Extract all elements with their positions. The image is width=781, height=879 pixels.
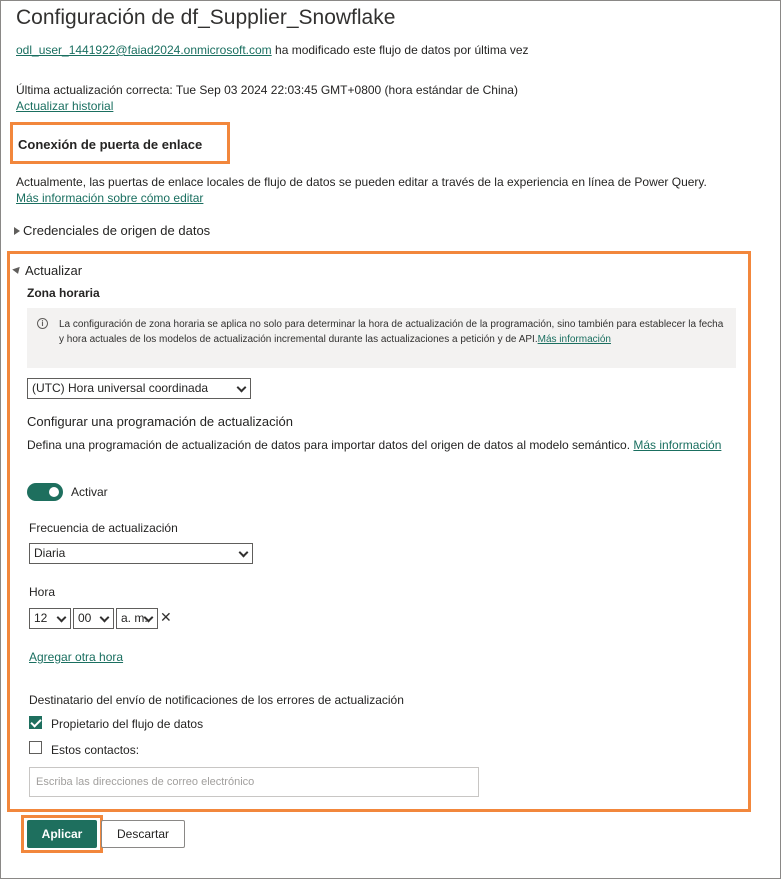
frequency-value: Diaria [34,546,66,560]
timezone-info-text: La configuración de zona horaria se apli… [59,319,724,345]
timezone-value: (UTC) Hora universal coordinada [32,381,209,395]
schedule-learn-more-link[interactable]: Más información [633,438,721,452]
chevron-down-icon [236,382,247,393]
last-refresh-text: Última actualización correcta: Tue Sep 0… [16,83,518,97]
notify-contacts-checkbox[interactable] [29,741,42,754]
chevron-down-icon [12,266,22,275]
frequency-label: Frecuencia de actualización [29,521,178,535]
schedule-title: Configurar una programación de actualiza… [27,414,293,429]
modified-by-line: odl_user_1441922@faiad2024.onmicrosoft.c… [16,43,529,57]
notify-owner-label: Propietario del flujo de datos [51,717,204,731]
refresh-history-link[interactable]: Actualizar historial [16,99,113,113]
refresh-expander[interactable]: Actualizar [12,263,83,278]
modified-by-text: ha modificado este flujo de datos por úl… [271,43,529,57]
minute-dropdown[interactable]: 00 [73,608,114,629]
toggle-label: Activar [71,485,108,499]
toggle-knob [49,487,59,497]
remove-time-icon[interactable]: ✕ [160,609,172,626]
chevron-down-icon [99,612,110,623]
chevron-down-icon [56,612,67,623]
gateway-learn-more-link[interactable]: Más información sobre cómo editar [16,191,203,205]
gateway-section-title: Conexión de puerta de enlace [18,137,203,152]
info-icon: i [37,318,48,329]
chevron-down-icon [238,547,249,558]
refresh-section-label: Actualizar [25,263,83,278]
notify-contacts-label: Estos contactos: [51,743,140,757]
time-label: Hora [29,585,56,599]
schedule-toggle[interactable] [27,483,63,501]
schedule-description-text: Defina una programación de actualización… [27,438,631,452]
notify-title: Destinatario del envío de notificaciones… [29,693,404,707]
add-time-link[interactable]: Agregar otra hora [29,650,123,664]
credentials-expander[interactable]: Credenciales de origen de datos [14,223,210,238]
page-title: Configuración de df_Supplier_Snowflake [16,6,396,29]
email-input[interactable]: Escriba las direcciones de correo electr… [29,767,479,797]
schedule-description: Defina una programación de actualización… [27,437,727,454]
modified-by-email-link[interactable]: odl_user_1441922@faiad2024.onmicrosoft.c… [16,43,272,57]
timezone-label: Zona horaria [27,286,100,300]
frequency-dropdown[interactable]: Diaria [29,543,253,564]
hour-value: 12 [34,611,48,625]
timezone-info-link[interactable]: Más información [538,334,611,345]
timezone-info-box: i La configuración de zona horaria se ap… [27,308,736,368]
timezone-dropdown[interactable]: (UTC) Hora universal coordinada [27,378,251,399]
hour-dropdown[interactable]: 12 [29,608,71,629]
minute-value: 00 [78,611,92,625]
notify-owner-checkbox[interactable] [29,716,42,729]
gateway-description: Actualmente, las puertas de enlace local… [16,175,707,189]
ampm-dropdown[interactable]: a. m. [116,608,158,629]
chevron-right-icon [14,226,20,235]
apply-button[interactable]: Aplicar [27,820,97,848]
credentials-label: Credenciales de origen de datos [23,223,211,238]
discard-button[interactable]: Descartar [101,820,185,848]
